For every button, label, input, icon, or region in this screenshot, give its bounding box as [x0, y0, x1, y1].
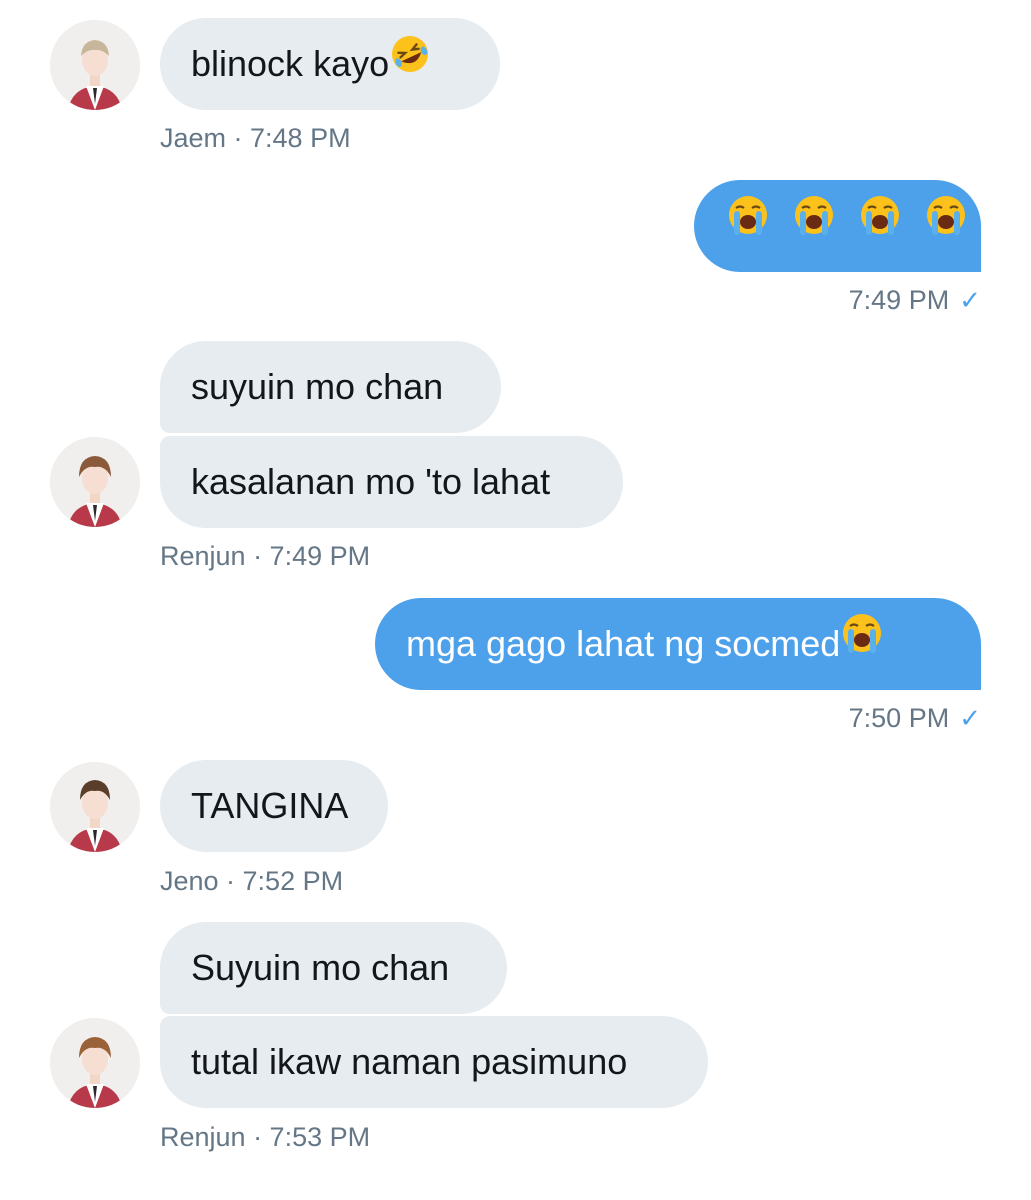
message-time: 7:50 PM — [848, 703, 950, 733]
message-text: tutal ikaw naman pasimuno — [191, 1041, 628, 1082]
message-text: kasalanan mo 'to lahat — [191, 461, 551, 502]
message-bubble[interactable]: blinock kayo — [160, 18, 500, 110]
message-bubble[interactable] — [694, 180, 981, 272]
message-bubble[interactable]: Suyuin mo chan — [160, 922, 507, 1014]
crying-emoji — [726, 179, 770, 271]
message-meta: Renjun · 7:53 PM — [160, 1122, 371, 1152]
message-text: mga gago lahat ng socmed — [406, 623, 841, 664]
avatar-jaem-icon — [50, 20, 140, 110]
message-text: suyuin mo chan — [191, 366, 444, 407]
crying-emoji — [924, 179, 968, 271]
avatar[interactable] — [50, 1018, 140, 1108]
read-check-icon: ✓ — [959, 285, 981, 315]
avatar[interactable] — [50, 762, 140, 852]
avatar[interactable] — [50, 437, 140, 527]
message-meta: 7:49 PM ✓ — [849, 285, 981, 315]
avatar-jeno-icon — [50, 762, 140, 852]
message-text: Suyuin mo chan — [191, 947, 450, 988]
message-bubble[interactable]: tutal ikaw naman pasimuno — [160, 1016, 708, 1108]
rofl-emoji — [389, 17, 431, 109]
message-bubble[interactable]: kasalanan mo 'to lahat — [160, 436, 623, 528]
message-bubble[interactable]: TANGINA — [160, 760, 388, 852]
message-text: TANGINA — [191, 785, 349, 826]
avatar-renjun-icon — [50, 437, 140, 527]
read-check-icon: ✓ — [959, 703, 981, 733]
message-bubble[interactable]: mga gago lahat ng socmed — [375, 598, 981, 690]
message-time: 7:49 PM — [848, 285, 950, 315]
avatar[interactable] — [50, 20, 140, 110]
message-meta: 7:50 PM ✓ — [849, 703, 981, 733]
message-meta: Renjun · 7:49 PM — [160, 541, 371, 571]
crying-emoji — [840, 597, 884, 689]
crying-emoji — [792, 179, 836, 271]
message-meta: Jaem · 7:48 PM — [160, 123, 351, 153]
message-meta: Jeno · 7:52 PM — [160, 866, 344, 896]
crying-emoji — [858, 179, 902, 271]
avatar-renjun-icon — [50, 1018, 140, 1108]
message-bubble[interactable]: suyuin mo chan — [160, 341, 501, 433]
message-text: blinock kayo — [191, 43, 390, 84]
